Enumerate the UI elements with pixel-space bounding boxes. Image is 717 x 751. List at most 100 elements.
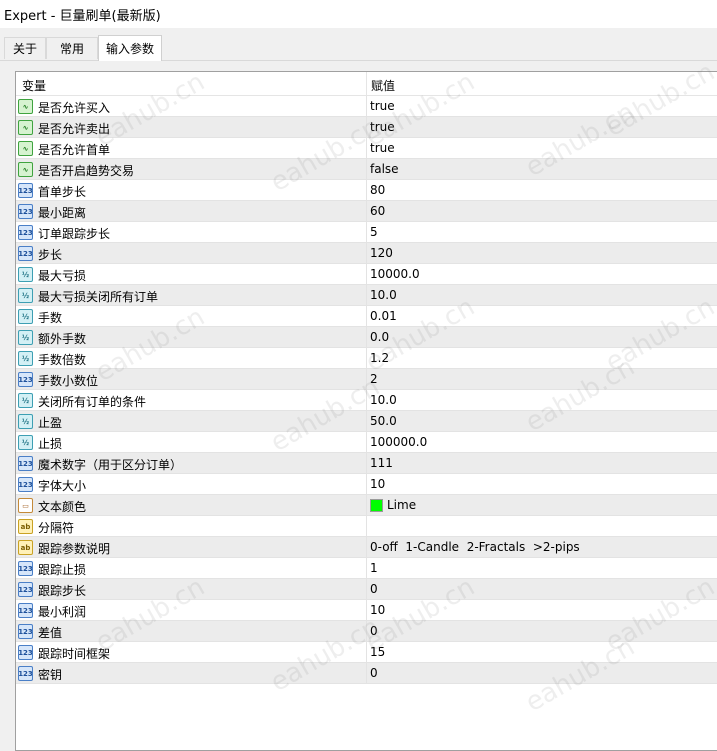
parameter-name: 最小利润 xyxy=(38,605,87,619)
parameter-value[interactable]: 0-off 1-Candle 2-Fractals >2-pips xyxy=(370,540,580,554)
parameter-name: 字体大小 xyxy=(38,479,87,493)
column-divider xyxy=(366,642,367,663)
double-param-icon: ½ xyxy=(18,393,33,408)
parameter-value[interactable]: 50.0 xyxy=(370,414,397,428)
table-row[interactable]: ½ 额外手数 0.0 xyxy=(16,327,717,348)
table-row[interactable]: ab 分隔符 xyxy=(16,516,717,537)
parameter-value-text: 100000.0 xyxy=(370,435,428,449)
table-row[interactable]: ½ 手数 0.01 xyxy=(16,306,717,327)
table-row[interactable]: ½ 最大亏损关闭所有订单 10.0 xyxy=(16,285,717,306)
table-row[interactable]: 123 密钥 0 xyxy=(16,663,717,684)
parameter-value[interactable]: 100000.0 xyxy=(370,435,427,449)
table-row[interactable]: ▭ 文本颜色 Lime xyxy=(16,495,717,516)
table-row[interactable]: 123 最小距离 60 xyxy=(16,201,717,222)
parameter-name: 跟踪时间框架 xyxy=(38,647,111,661)
parameter-value[interactable]: 10 xyxy=(370,603,385,617)
parameter-value[interactable]: 0.01 xyxy=(370,309,397,323)
double-param-icon: ½ xyxy=(18,435,33,450)
table-row[interactable]: 123 手数小数位 2 xyxy=(16,369,717,390)
string-param-icon: ab xyxy=(18,540,33,555)
table-row[interactable]: 123 字体大小 10 xyxy=(16,474,717,495)
column-divider xyxy=(366,621,367,642)
parameter-name: 是否允许首单 xyxy=(38,143,111,157)
table-row[interactable]: 123 步长 120 xyxy=(16,243,717,264)
column-divider xyxy=(366,117,367,138)
tab-about[interactable]: 关于 xyxy=(4,37,46,59)
parameter-name: 止盈 xyxy=(38,416,63,430)
table-row[interactable]: 123 最小利润 10 xyxy=(16,600,717,621)
table-row[interactable]: ∿ 是否允许卖出 true xyxy=(16,117,717,138)
parameter-value[interactable]: Lime xyxy=(370,498,416,512)
parameter-value[interactable]: 0.0 xyxy=(370,330,389,344)
int-param-icon: 123 xyxy=(18,372,33,387)
table-row[interactable]: ½ 止盈 50.0 xyxy=(16,411,717,432)
table-row[interactable]: ab 跟踪参数说明 0-off 1-Candle 2-Fractals >2-pip… xyxy=(16,537,717,558)
parameter-value[interactable]: 10000.0 xyxy=(370,267,420,281)
parameter-value[interactable]: 0 xyxy=(370,624,378,638)
parameter-value[interactable]: 0 xyxy=(370,582,378,596)
parameter-name: 分隔符 xyxy=(38,521,75,535)
parameter-value[interactable]: true xyxy=(370,99,395,113)
table-row[interactable]: ½ 关闭所有订单的条件 10.0 xyxy=(16,390,717,411)
parameter-value-text: 15 xyxy=(370,645,386,659)
column-divider xyxy=(366,96,367,117)
color-swatch xyxy=(370,498,383,512)
parameter-value[interactable]: 10.0 xyxy=(370,288,397,302)
parameter-name: 最小距离 xyxy=(38,206,87,220)
table-row[interactable]: 123 跟踪步长 0 xyxy=(16,579,717,600)
int-param-icon: 123 xyxy=(18,477,33,492)
table-row[interactable]: ∿ 是否开启趋势交易 false xyxy=(16,159,717,180)
table-row[interactable]: 123 跟踪时间框架 15 xyxy=(16,642,717,663)
parameters-grid: 变量 赋值 ∿ 是否允许买入 true ∿ 是否允许卖出 true ∿ 是否允许首单 true ∿… xyxy=(15,71,717,751)
parameter-value-text: 10000.0 xyxy=(370,267,420,281)
column-divider xyxy=(366,243,367,264)
parameter-value[interactable]: 0 xyxy=(370,666,378,680)
parameter-value[interactable]: true xyxy=(370,120,395,134)
parameter-value-text: 10 xyxy=(370,603,386,617)
column-header-value[interactable]: 赋值 xyxy=(371,77,395,94)
parameter-value-text: 120 xyxy=(370,246,393,260)
int-param-icon: 123 xyxy=(18,666,33,681)
parameter-value-text: 0.01 xyxy=(370,309,397,323)
table-row[interactable]: 123 魔术数字（用于区分订单） 111 xyxy=(16,453,717,474)
parameter-value[interactable]: 15 xyxy=(370,645,385,659)
tab-common[interactable]: 常用 xyxy=(46,37,98,59)
parameter-name: 跟踪止损 xyxy=(38,563,87,577)
table-row[interactable]: ∿ 是否允许买入 true xyxy=(16,96,717,117)
parameter-value-text: 10.0 xyxy=(370,393,397,407)
parameter-value-text: 80 xyxy=(370,183,386,197)
parameter-value[interactable]: 5 xyxy=(370,225,378,239)
parameter-value[interactable]: 10.0 xyxy=(370,393,397,407)
parameter-name: 额外手数 xyxy=(38,332,87,346)
parameter-value[interactable]: 111 xyxy=(370,456,393,470)
table-row[interactable]: ½ 止损 100000.0 xyxy=(16,432,717,453)
parameter-value-text: 1.2 xyxy=(370,351,390,365)
parameter-value[interactable]: 10 xyxy=(370,477,385,491)
table-row[interactable]: 123 订单跟踪步长 5 xyxy=(16,222,717,243)
parameter-value[interactable]: true xyxy=(370,141,395,155)
table-row[interactable]: 123 差值 0 xyxy=(16,621,717,642)
parameter-name: 跟踪参数说明 xyxy=(38,542,111,556)
table-row[interactable]: 123 首单步长 80 xyxy=(16,180,717,201)
parameter-value-text: 5 xyxy=(370,225,378,239)
table-row[interactable]: 123 跟踪止损 1 xyxy=(16,558,717,579)
parameter-value[interactable]: 1.2 xyxy=(370,351,389,365)
parameter-name: 跟踪步长 xyxy=(38,584,87,598)
parameter-value[interactable]: false xyxy=(370,162,399,176)
table-row[interactable]: ½ 手数倍数 1.2 xyxy=(16,348,717,369)
parameter-value[interactable]: 60 xyxy=(370,204,385,218)
column-divider xyxy=(366,180,367,201)
parameter-value[interactable]: 120 xyxy=(370,246,393,260)
parameter-name: 密钥 xyxy=(38,668,63,682)
table-row[interactable]: ½ 最大亏损 10000.0 xyxy=(16,264,717,285)
table-row[interactable]: ∿ 是否允许首单 true xyxy=(16,138,717,159)
parameter-value[interactable]: 2 xyxy=(370,372,378,386)
parameter-value[interactable]: 1 xyxy=(370,561,378,575)
column-header-variable[interactable]: 变量 xyxy=(22,77,46,94)
window-title: Expert - 巨量刷单(最新版) xyxy=(4,8,161,24)
tab-inputs[interactable]: 输入参数 xyxy=(98,35,162,61)
double-param-icon: ½ xyxy=(18,309,33,324)
parameter-value[interactable]: 80 xyxy=(370,183,385,197)
parameter-value-text: false xyxy=(370,162,399,176)
column-divider[interactable] xyxy=(366,72,367,96)
